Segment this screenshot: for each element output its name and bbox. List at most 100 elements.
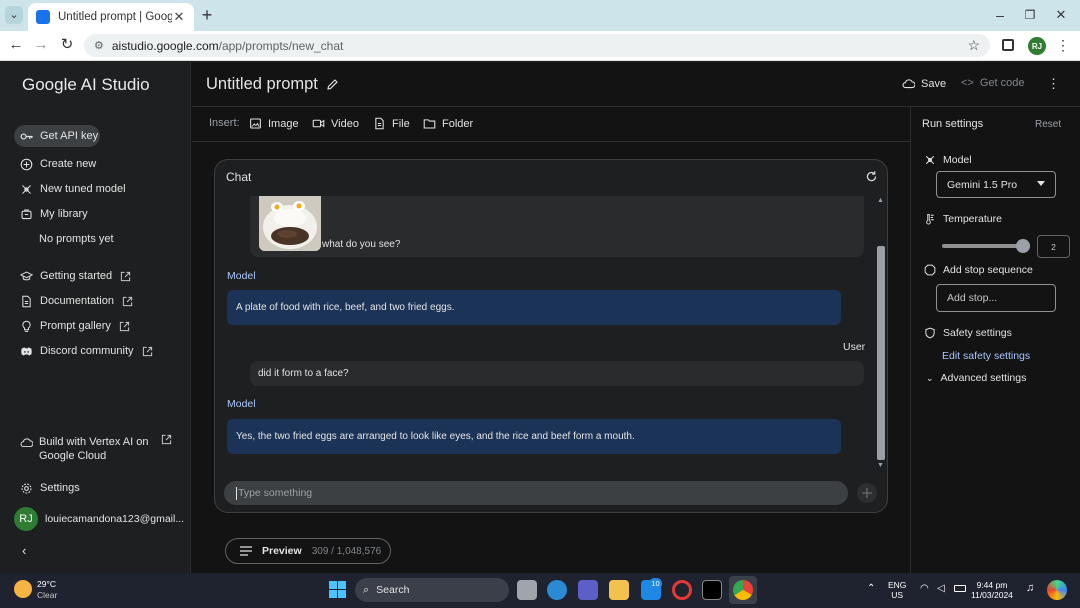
clock[interactable]: 9:44 pm 11/03/2024	[971, 580, 1013, 600]
sidebar-vertex-link[interactable]: Build with Vertex AI on Google Cloud	[20, 434, 180, 464]
window-minimize-button[interactable]: –	[990, 5, 1010, 25]
edit-safety-settings-link[interactable]: Edit safety settings	[942, 350, 1030, 362]
preview-button[interactable]: Preview 309 / 1,048,576	[225, 538, 391, 564]
insert-file-button[interactable]: File	[373, 117, 410, 130]
get-code-button[interactable]: <> Get code	[961, 77, 1025, 89]
insert-image-button[interactable]: Image	[249, 117, 299, 130]
save-cloud-icon	[902, 79, 915, 89]
sidebar-link-label: Documentation	[40, 295, 114, 307]
library-icon	[21, 209, 32, 219]
sidebar-settings[interactable]: Settings	[20, 477, 80, 499]
dropdown-arrow-icon	[1037, 181, 1045, 186]
sidebar-link-prompt-gallery[interactable]: Prompt gallery	[20, 315, 130, 337]
save-button[interactable]: Save	[902, 77, 946, 90]
volume-icon[interactable]: ◁	[937, 583, 945, 594]
scroll-down-arrow-icon[interactable]: ▼	[877, 462, 884, 469]
reset-button[interactable]: Reset	[1035, 119, 1061, 130]
model-role-label: Model	[227, 270, 256, 282]
api-key-label: Get API key	[40, 130, 99, 142]
menu-lines-icon	[240, 546, 252, 556]
more-options-icon[interactable]: ⋮	[1047, 76, 1060, 92]
prompt-title[interactable]: Untitled prompt	[206, 75, 318, 94]
model-select[interactable]: Gemini 1.5 Pro	[936, 171, 1056, 198]
search-icon: ⌕	[363, 583, 370, 596]
folder-icon	[423, 119, 436, 129]
chat-input[interactable]: Type something	[224, 481, 848, 505]
refresh-icon[interactable]	[865, 170, 878, 183]
chat-input-placeholder: Type something	[238, 487, 313, 499]
insert-folder-button[interactable]: Folder	[423, 117, 473, 130]
forward-button[interactable]: →	[31, 35, 51, 55]
send-button[interactable]	[857, 483, 877, 503]
chat-scroll-thumb[interactable]	[877, 246, 885, 460]
windows-start-icon[interactable]	[329, 581, 346, 598]
tab-close-icon[interactable]: ✕	[172, 9, 186, 25]
collapse-sidebar-icon[interactable]: ‹	[22, 543, 26, 558]
sidebar-link-discord[interactable]: Discord community	[20, 340, 153, 362]
sidebar-link-getting-started[interactable]: Getting started	[20, 265, 131, 287]
sidebar-item-create-new[interactable]: Create new	[20, 153, 96, 175]
doc-icon	[22, 295, 31, 307]
notifications-bell-icon[interactable]: ♫	[1026, 582, 1034, 594]
reload-button[interactable]: ↻	[57, 35, 77, 55]
capcut-icon[interactable]	[702, 580, 722, 600]
url-path: /app/prompts/new_chat	[218, 38, 344, 53]
site-info-icon[interactable]: ⚙	[94, 39, 104, 52]
discord-icon	[21, 346, 32, 356]
stop-octagon-icon	[924, 264, 936, 276]
window-close-button[interactable]: ✕	[1051, 5, 1071, 25]
language-indicator[interactable]: ENG US	[888, 580, 906, 600]
tab-search-button[interactable]: ⌄	[5, 6, 23, 24]
advanced-settings-toggle[interactable]: ⌄ Advanced settings	[926, 372, 1026, 384]
new-tab-button[interactable]: +	[197, 5, 217, 25]
edge-browser-icon[interactable]	[547, 580, 567, 600]
thermometer-icon	[926, 214, 934, 225]
sidebar-item-new-tuned-model[interactable]: New tuned model	[20, 178, 126, 200]
account-row[interactable]: RJ louiecamandona123@gmail...	[14, 507, 190, 531]
address-bar[interactable]: ⚙ aistudio.google.com/app/prompts/new_ch…	[84, 34, 990, 57]
get-api-key-button[interactable]: Get API key	[14, 125, 100, 147]
bookmark-star-icon[interactable]: ☆	[967, 37, 980, 54]
external-link-icon	[142, 346, 152, 356]
chrome-icon[interactable]	[733, 580, 753, 600]
profile-avatar[interactable]: RJ	[1028, 37, 1046, 55]
sidebar-link-documentation[interactable]: Documentation	[20, 290, 133, 312]
user-message: did it form to a face?	[250, 361, 864, 386]
side-panel-icon[interactable]	[1002, 39, 1014, 51]
tray-expand-icon[interactable]: ⌃	[867, 583, 875, 594]
taskbar-search[interactable]: ⌕ Search	[355, 578, 509, 602]
task-view-icon[interactable]	[517, 580, 537, 600]
sidebar-link-label: Getting started	[40, 270, 113, 282]
advanced-settings-label: Advanced settings	[940, 372, 1027, 384]
sidebar-item-label: Create new	[40, 158, 97, 170]
copilot-icon[interactable]	[1047, 580, 1067, 600]
edit-pencil-icon[interactable]	[326, 78, 339, 91]
preview-label: Preview	[262, 545, 302, 557]
vertex-line-2: Google Cloud	[39, 450, 107, 462]
temperature-label: Temperature	[943, 213, 1002, 225]
sidebar-link-label: Discord community	[40, 345, 134, 357]
back-button[interactable]: ←	[6, 35, 26, 55]
plus-circle-icon	[20, 158, 33, 170]
browser-menu-icon[interactable]: ⋮	[1053, 35, 1073, 55]
wifi-icon[interactable]: ◠	[920, 583, 929, 594]
no-prompts-label: No prompts yet	[39, 233, 114, 245]
stop-sequence-input[interactable]: Add stop...	[936, 284, 1056, 312]
temperature-slider-track[interactable]	[942, 244, 1022, 248]
sidebar-item-label: My library	[40, 208, 88, 220]
model-select-value: Gemini 1.5 Pro	[947, 178, 1018, 191]
teams-icon[interactable]	[578, 580, 598, 600]
weather-moon-icon[interactable]	[14, 580, 32, 598]
scroll-up-arrow-icon[interactable]: ▲	[877, 197, 884, 204]
battery-icon[interactable]	[954, 585, 966, 592]
insert-video-button[interactable]: Video	[312, 117, 359, 130]
file-explorer-icon[interactable]	[609, 580, 629, 600]
opera-icon[interactable]	[672, 580, 692, 600]
clock-date: 11/03/2024	[971, 590, 1013, 600]
sidebar-item-my-library[interactable]: My library	[20, 203, 88, 225]
browser-tab-active[interactable]: Untitled prompt | Google AI Stu ✕	[28, 3, 194, 31]
temperature-input[interactable]: 2	[1037, 235, 1070, 258]
temperature-slider-thumb[interactable]	[1016, 239, 1030, 253]
weather-widget[interactable]: 29°C Clear	[37, 579, 57, 601]
window-restore-button[interactable]: ❐	[1020, 5, 1040, 25]
